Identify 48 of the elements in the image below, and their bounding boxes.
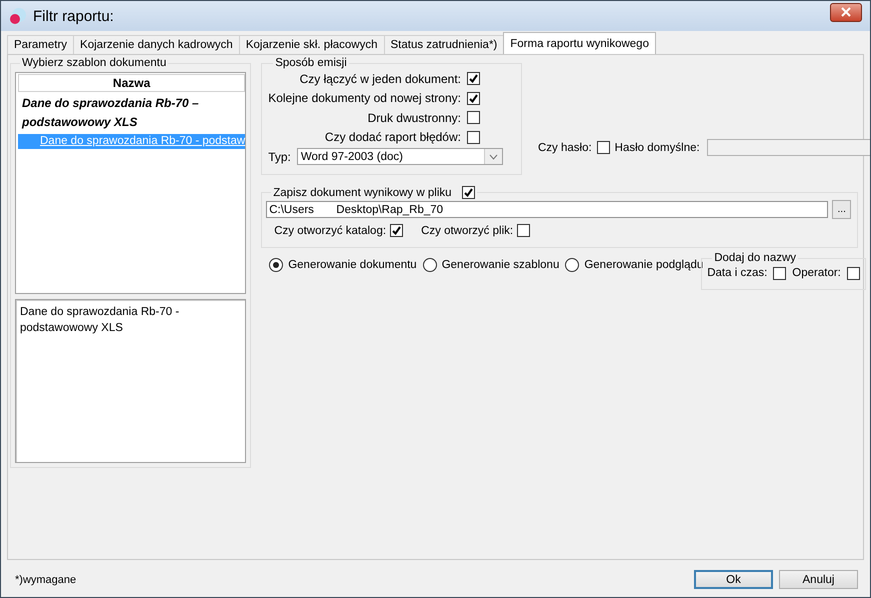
- checkbox[interactable]: [466, 130, 480, 144]
- cancel-button[interactable]: Anuluj: [779, 570, 858, 589]
- group-row[interactable]: Dane do sprawozdania Rb-70 – podstawowowy XLS: [18, 92, 246, 134]
- option-label: Generowanie podglądu: [584, 259, 704, 271]
- column-header: Nazwa: [18, 74, 246, 92]
- option-label: Druk dwustronny:: [368, 110, 461, 125]
- option-label: Generowanie dokumentu: [288, 259, 417, 271]
- field-label: Hasło domyślne:: [614, 142, 700, 154]
- option-label: Czy otworzyć plik:: [421, 224, 514, 236]
- ok-button[interactable]: Ok: [694, 570, 773, 589]
- chevron-down-icon: [488, 154, 498, 160]
- checkbox[interactable]: [466, 72, 480, 86]
- tab[interactable]: Forma raportu wynikowego: [503, 32, 656, 54]
- checkbox[interactable]: [773, 267, 786, 280]
- option-label: Czy łączyć w jeden dokument:: [300, 72, 461, 86]
- group-title: Dodaj do nazwy: [713, 252, 798, 264]
- window-title: Filtr raportu:: [33, 8, 115, 24]
- description-text: Dane do sprawozdania Rb-70 - podstawowowy XLS: [15, 299, 246, 463]
- checkbox[interactable]: [462, 186, 475, 199]
- checkbox[interactable]: [390, 224, 404, 237]
- group-title: Wybierz szablon dokumentu: [21, 57, 168, 69]
- option-label: Czy dodać raport błędów:: [324, 130, 461, 144]
- option-label: Generowanie szablonu: [442, 259, 560, 271]
- checkbox[interactable]: [596, 141, 610, 154]
- close-icon: [841, 7, 851, 17]
- tab[interactable]: Parametry: [7, 35, 74, 54]
- group-title: Zapisz dokument wynikowy w pliku: [273, 186, 452, 198]
- option-label: Czy otworzyć katalog:: [274, 224, 386, 236]
- checkbox[interactable]: [517, 224, 530, 237]
- browse-button[interactable]: ...: [832, 200, 852, 219]
- option-label: Operator:: [792, 267, 841, 280]
- option-label: Czy hasło:: [538, 142, 592, 154]
- password-field[interactable]: [706, 139, 870, 156]
- app-icon: [9, 7, 27, 25]
- option-label: Data i czas:: [707, 267, 768, 280]
- checkbox[interactable]: [846, 267, 860, 280]
- close-button[interactable]: [830, 2, 862, 22]
- type-dropdown[interactable]: Word 97-2003 (doc): [296, 148, 503, 165]
- field-label: Typ:: [268, 150, 291, 164]
- path-field[interactable]: C:\Users Desktop\Rap_Rb_70: [266, 201, 828, 218]
- footnote-text: *)wymagane: [15, 574, 78, 586]
- checkbox[interactable]: [466, 92, 480, 105]
- group-title: Sposób emisji: [274, 57, 348, 69]
- radio-button[interactable]: [422, 258, 437, 272]
- radio-button[interactable]: [269, 258, 284, 272]
- option-label: Kolejne dokumenty od nowej strony:: [268, 91, 461, 106]
- checkbox[interactable]: [466, 111, 480, 124]
- radio-button[interactable]: [565, 258, 580, 272]
